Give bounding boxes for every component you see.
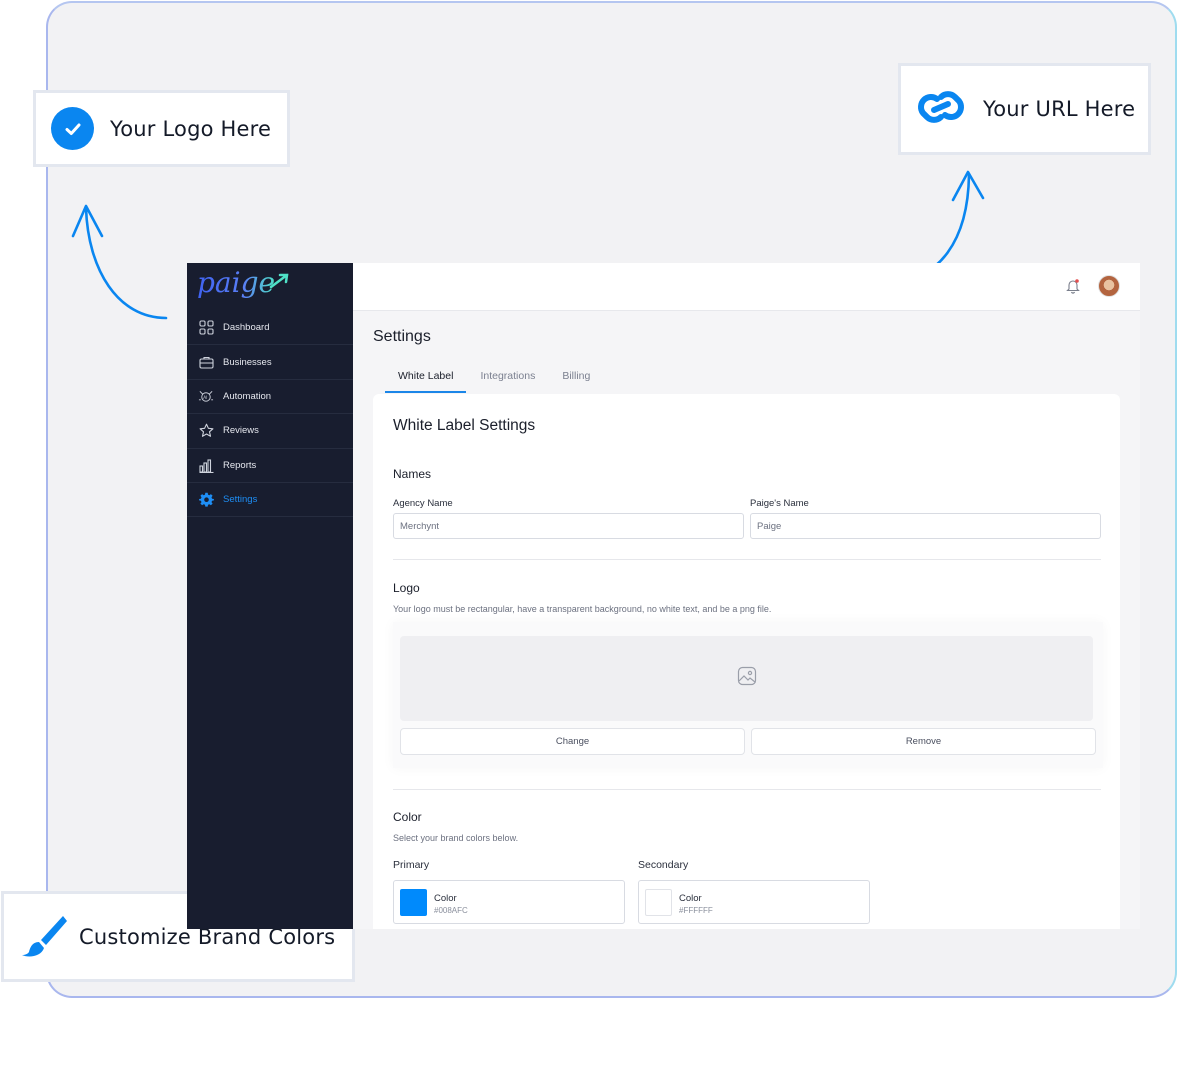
sidebar-item-label: Reports (223, 459, 257, 471)
brand-logo[interactable]: paige (187, 263, 353, 311)
sidebar-item-dashboard[interactable]: Dashboard (187, 311, 353, 346)
callout-url: Your URL Here (898, 63, 1151, 155)
white-label-card: White Label Settings Names Agency Name M… (373, 394, 1120, 929)
primary-color-label: Primary (393, 859, 430, 871)
checkmark-icon (51, 107, 94, 150)
paintbrush-icon (19, 912, 69, 962)
settings-tabs: White Label Integrations Billing (385, 367, 604, 393)
link-icon (915, 87, 967, 131)
logo-drop-zone[interactable] (400, 636, 1093, 721)
agency-name-label: Agency Name (393, 498, 453, 509)
ai-automation-icon: AI (198, 388, 214, 404)
secondary-color-swatch[interactable] (645, 889, 672, 916)
logo-hint: Your logo must be rectangular, have a tr… (393, 604, 772, 614)
sidebar-item-label: Dashboard (223, 322, 270, 334)
callout-logo-text: Your Logo Here (110, 116, 272, 141)
primary-color-hex: #008AFC (434, 906, 468, 915)
top-bar (353, 263, 1140, 311)
sidebar-item-businesses[interactable]: Businesses (187, 345, 353, 380)
tab-billing[interactable]: Billing (549, 367, 603, 393)
callout-logo: Your Logo Here (33, 90, 290, 167)
secondary-color-hex: #FFFFFF (679, 906, 713, 915)
svg-text:AI: AI (203, 395, 207, 400)
star-icon (198, 423, 214, 439)
logo-text: paige (197, 267, 275, 299)
sidebar-item-settings[interactable]: Settings (187, 483, 353, 518)
card-title: White Label Settings (393, 417, 536, 434)
gear-icon (198, 492, 214, 508)
section-divider (393, 789, 1101, 790)
primary-color-title: Color (434, 893, 457, 904)
sidebar-item-label: Settings (223, 494, 258, 506)
tab-integrations[interactable]: Integrations (467, 367, 548, 393)
sidebar-item-label: Reviews (223, 425, 259, 437)
app-window: paige Dashboard Businesses AI Automation (187, 263, 1140, 929)
sidebar-item-reviews[interactable]: Reviews (187, 414, 353, 449)
secondary-color-label: Secondary (638, 859, 689, 871)
sidebar: paige Dashboard Businesses AI Automation (187, 263, 353, 929)
secondary-color-title: Color (679, 893, 702, 904)
names-heading: Names (393, 467, 432, 481)
sidebar-item-label: Automation (223, 390, 272, 402)
sidebar-item-automation[interactable]: AI Automation (187, 380, 353, 415)
grid-icon (198, 320, 214, 336)
logo-heading: Logo (393, 581, 420, 595)
main-content: Settings White Label Integrations Billin… (353, 311, 1140, 929)
primary-color-picker[interactable]: Color #008AFC (393, 880, 625, 924)
sidebar-item-reports[interactable]: Reports (187, 449, 353, 483)
secondary-color-picker[interactable]: Color #FFFFFF (638, 880, 870, 924)
paige-name-input[interactable]: Paige (750, 513, 1101, 539)
briefcase-icon (198, 354, 214, 370)
agency-name-input[interactable]: Merchynt (393, 513, 744, 539)
tab-white-label[interactable]: White Label (385, 367, 467, 393)
paige-name-label: Paige's Name (750, 498, 809, 509)
logo-upload-panel: Change Remove (393, 622, 1103, 768)
primary-color-swatch[interactable] (400, 889, 427, 916)
color-heading: Color (393, 810, 422, 824)
notification-bell-icon[interactable] (1066, 278, 1080, 299)
callout-url-text: Your URL Here (983, 97, 1136, 121)
color-hint: Select your brand colors below. (393, 833, 519, 843)
change-logo-button[interactable]: Change (400, 728, 745, 755)
section-divider (393, 559, 1101, 560)
page-title: Settings (373, 328, 431, 345)
bar-chart-icon (198, 457, 214, 473)
user-avatar[interactable] (1098, 275, 1120, 297)
sidebar-item-label: Businesses (223, 356, 272, 368)
remove-logo-button[interactable]: Remove (751, 728, 1096, 755)
image-placeholder-icon (737, 666, 757, 691)
